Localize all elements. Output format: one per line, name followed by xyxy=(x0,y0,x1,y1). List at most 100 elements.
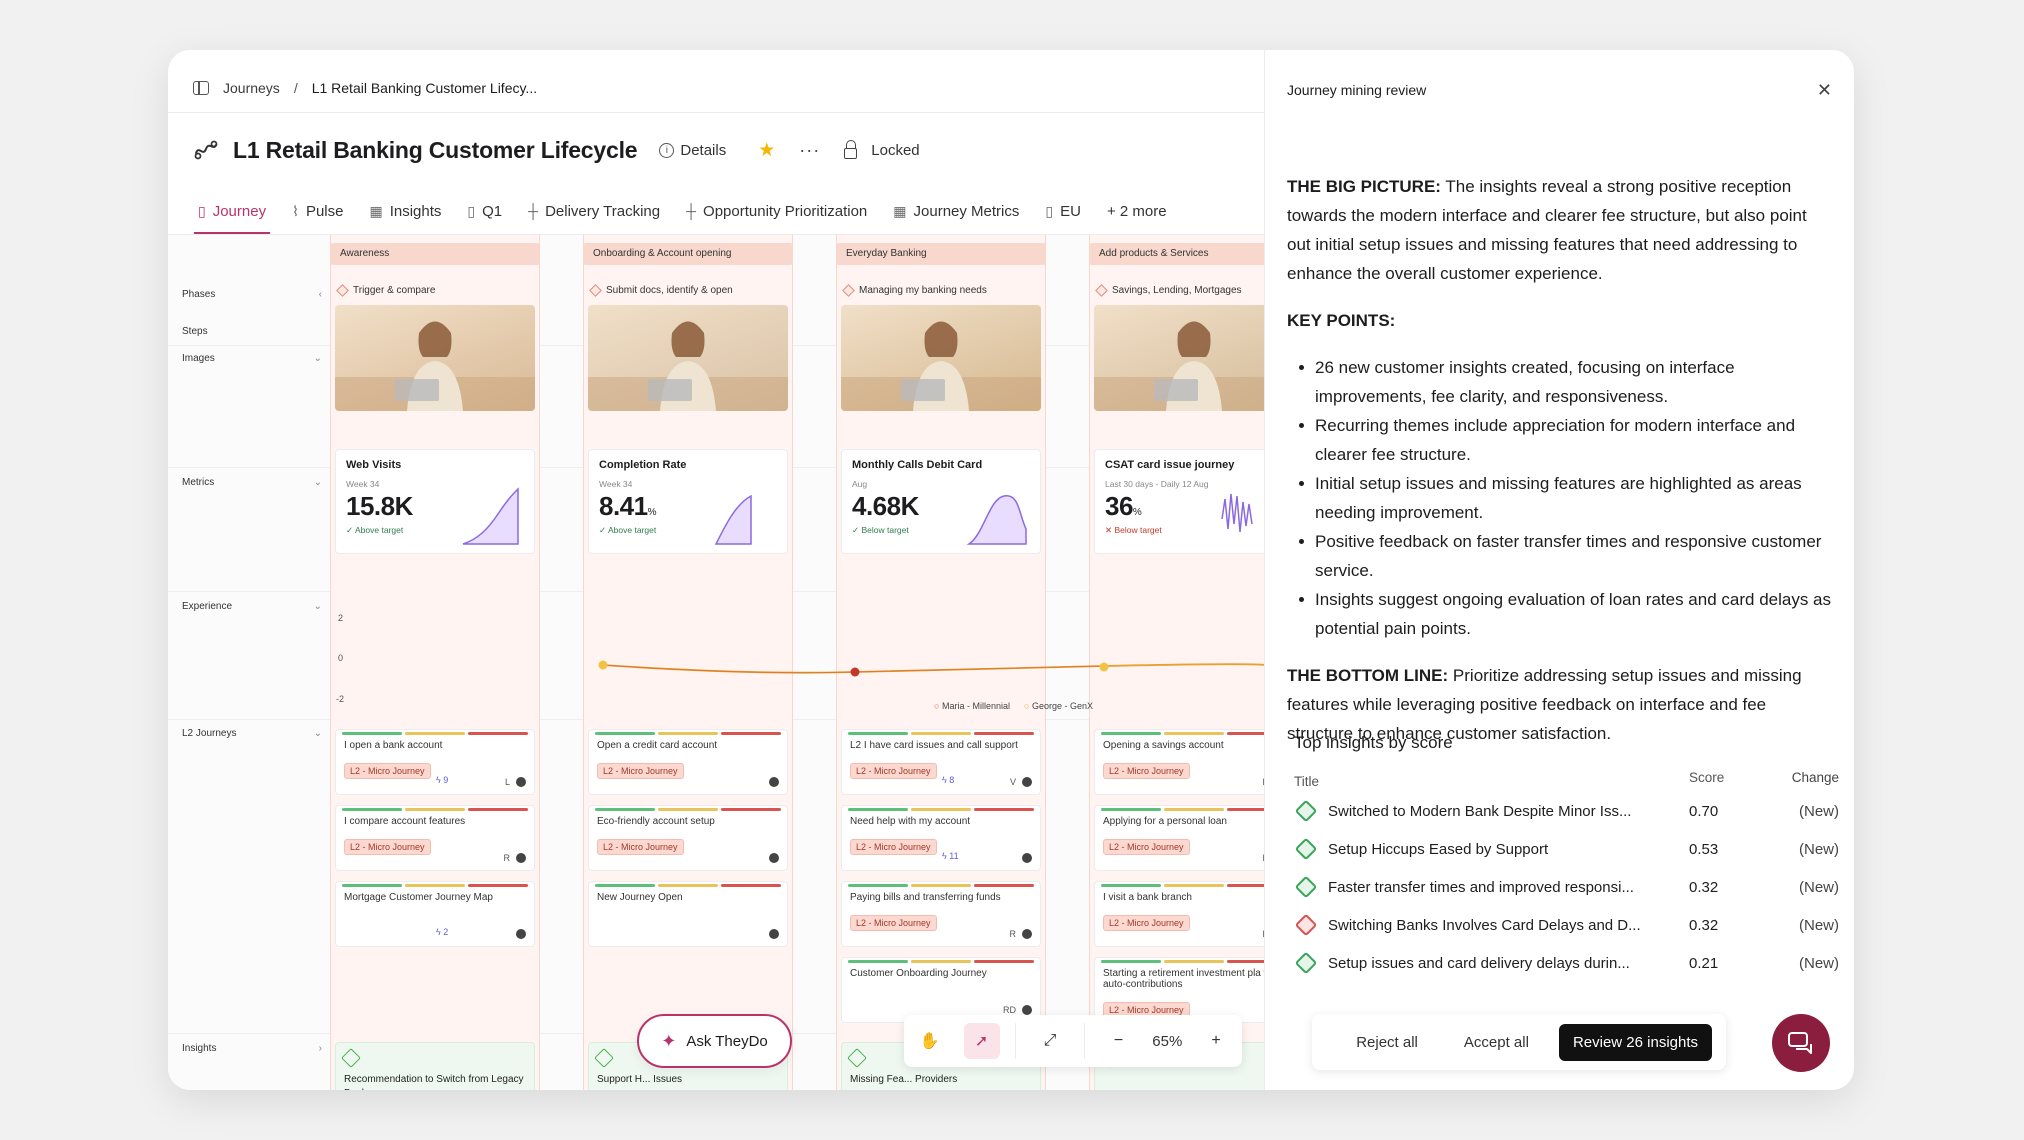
chevron-down-icon[interactable]: ⌄ xyxy=(314,477,322,488)
phase-header[interactable]: Add products & Services xyxy=(1089,243,1264,265)
l2-journey-card[interactable]: New Journey Open xyxy=(588,881,788,947)
details-button[interactable]: i Details xyxy=(659,142,726,159)
tab-insights[interactable]: ▦ Insights xyxy=(369,190,441,232)
l2-journey-card[interactable]: L2 I have card issues and call support L… xyxy=(841,729,1041,795)
tab-delivery-tracking[interactable]: ┼ Delivery Tracking xyxy=(528,190,660,232)
accept-all-button[interactable]: Accept all xyxy=(1448,1026,1545,1059)
positive-insight-icon xyxy=(1294,837,1318,861)
chevron-down-icon[interactable]: ⌄ xyxy=(314,353,322,364)
insight-row-title: Switched to Modern Bank Despite Minor Is… xyxy=(1328,802,1632,820)
l2-journey-title: I visit a bank branch xyxy=(1103,892,1192,903)
favorite-star-icon[interactable]: ★ xyxy=(758,139,775,162)
l2-journey-card[interactable]: Customer Onboarding Journey RD xyxy=(841,957,1041,1023)
chevron-left-icon[interactable]: ‹ xyxy=(319,289,322,300)
card-owners: R xyxy=(504,853,526,863)
zoom-in-icon[interactable]: + xyxy=(1198,1023,1234,1059)
tab-opportunity-prioritization[interactable]: ┼ Opportunity Prioritization xyxy=(686,190,867,232)
journey-image[interactable] xyxy=(588,305,788,411)
breadcrumb: Journeys / L1 Retail Banking Customer Li… xyxy=(193,68,537,108)
l2-journey-card[interactable]: Eco-friendly account setup L2 - Micro Jo… xyxy=(588,805,788,871)
l2-journey-card[interactable]: Need help with my account L2 - Micro Jou… xyxy=(841,805,1041,871)
journey-image[interactable] xyxy=(335,305,535,411)
close-icon[interactable]: ✕ xyxy=(1817,80,1832,101)
chevron-down-icon[interactable]: ⌄ xyxy=(314,601,322,612)
step-card[interactable]: Trigger & compare xyxy=(330,279,435,301)
micro-journey-tag: L2 - Micro Journey xyxy=(344,839,431,855)
l2-journey-card[interactable]: I compare account features L2 - Micro Jo… xyxy=(335,805,535,871)
insight-row[interactable]: Faster transfer times and improved respo… xyxy=(1294,868,1839,906)
card-owners xyxy=(1022,853,1032,863)
breadcrumb-current: L1 Retail Banking Customer Lifecy... xyxy=(311,80,538,96)
l2-journey-card[interactable]: Open a credit card account L2 - Micro Jo… xyxy=(588,729,788,795)
l2-journey-card[interactable]: Opening a savings account L2 - Micro Jou… xyxy=(1094,729,1264,795)
metric-title: Monthly Calls Debit Card xyxy=(852,459,983,471)
tab-pulse[interactable]: ⌇ Pulse xyxy=(292,190,343,232)
map-icon: ▯ xyxy=(467,202,476,219)
positive-insight-icon xyxy=(1294,875,1318,899)
step-card[interactable]: Managing my banking needs xyxy=(836,279,987,301)
phase-header[interactable]: Everyday Banking xyxy=(836,243,1046,265)
phase-header[interactable]: Awareness xyxy=(330,243,540,265)
more-options-icon[interactable]: ··· xyxy=(799,140,820,161)
phase-header[interactable]: Onboarding & Account opening xyxy=(583,243,793,265)
experience-point[interactable] xyxy=(598,660,608,670)
insight-row[interactable]: Setup Hiccups Eased by Support 0.53 (New… xyxy=(1294,830,1839,868)
positive-insight-icon xyxy=(1294,799,1318,823)
zoom-out-icon[interactable]: − xyxy=(1101,1023,1137,1059)
chevron-right-icon[interactable]: › xyxy=(319,1043,322,1054)
journey-image[interactable] xyxy=(841,305,1041,411)
experience-point[interactable] xyxy=(850,667,860,677)
l2-journey-card[interactable]: Mortgage Customer Journey Map ϟ 2 xyxy=(335,881,535,947)
journey-canvas[interactable]: Phases ‹ Steps Images ⌄ Metrics ⌄ Experienc… xyxy=(168,235,1264,1090)
zoom-level[interactable]: 65% xyxy=(1152,1033,1182,1050)
breadcrumb-root[interactable]: Journeys xyxy=(223,80,280,96)
hand-tool-icon[interactable]: ✋ xyxy=(912,1023,948,1059)
journey-image[interactable] xyxy=(1094,305,1264,411)
tab-journey[interactable]: ▯ Journey xyxy=(193,190,271,234)
metric-card[interactable]: CSAT card issue journey Last 30 days - D… xyxy=(1094,449,1264,554)
reject-all-button[interactable]: Reject all xyxy=(1340,1026,1434,1059)
sentiment-bar xyxy=(595,808,781,811)
insight-card[interactable]: Recommendation to Switch from Legacy Ban… xyxy=(335,1042,535,1090)
step-card[interactable]: Submit docs, identify & open xyxy=(583,279,733,301)
tab-eu[interactable]: ▯ EU xyxy=(1045,190,1081,232)
metric-card[interactable]: Monthly Calls Debit Card Aug 4.68K ✓ Bel… xyxy=(841,449,1041,554)
l2-journey-card[interactable]: I open a bank account L2 - Micro Journey… xyxy=(335,729,535,795)
avatar xyxy=(516,777,526,787)
pointer-tool-icon[interactable]: ➚ xyxy=(963,1023,1000,1059)
row-label-experience: Experience ⌄ xyxy=(182,601,322,612)
l2-journey-card[interactable]: I visit a bank branch L2 - Micro Journey… xyxy=(1094,881,1264,947)
lock-icon xyxy=(844,140,858,159)
chat-button[interactable] xyxy=(1772,1014,1830,1072)
review-insights-button[interactable]: Review 26 insights xyxy=(1558,1023,1712,1061)
tab-label: Journey xyxy=(212,202,267,220)
card-owners: V xyxy=(1010,777,1032,787)
tab-q1[interactable]: ▯ Q1 xyxy=(467,190,502,232)
tab-label: Q1 xyxy=(482,202,503,220)
chevron-down-icon[interactable]: ⌄ xyxy=(314,728,322,739)
l2-journey-card[interactable]: Paying bills and transferring funds L2 -… xyxy=(841,881,1041,947)
key-point: Recurring themes include appreciation fo… xyxy=(1299,411,1832,469)
row-label-l2-journeys: L2 Journeys ⌄ xyxy=(182,728,322,739)
l2-journey-card[interactable]: Applying for a personal loan L2 - Micro … xyxy=(1094,805,1264,871)
metric-title: CSAT card issue journey xyxy=(1105,459,1235,471)
locked-button[interactable]: Locked xyxy=(844,140,920,159)
sentiment-bar xyxy=(342,808,528,811)
tab-more[interactable]: + 2 more xyxy=(1107,190,1167,232)
ask-theydo-button[interactable]: ✦ Ask TheyDo xyxy=(637,1014,792,1068)
micro-journey-tag: L2 - Micro Journey xyxy=(850,763,937,779)
experience-point[interactable] xyxy=(1099,662,1109,672)
metric-card[interactable]: Completion Rate Week 34 8.41% ✓ Above ta… xyxy=(588,449,788,554)
fit-screen-icon[interactable]: ⤢ xyxy=(1032,1023,1068,1059)
step-card[interactable]: Savings, Lending, Mortgages xyxy=(1089,279,1242,301)
l2-journey-card[interactable]: Starting a retirement investment pla wit… xyxy=(1094,957,1264,1023)
metric-card[interactable]: Web Visits Week 34 15.8K ✓ Above target xyxy=(335,449,535,554)
tab-journey-metrics[interactable]: ▦ Journey Metrics xyxy=(893,190,1019,232)
panel-header: Journey mining review ✕ xyxy=(1287,70,1832,110)
sidebar-toggle-icon[interactable] xyxy=(193,81,209,95)
row-label-insights: Insights › xyxy=(182,1043,322,1054)
insight-row[interactable]: Switching Banks Involves Card Delays and… xyxy=(1294,906,1839,944)
insight-row[interactable]: Setup issues and card delivery delays du… xyxy=(1294,944,1839,982)
divider xyxy=(1083,1023,1085,1059)
insight-row[interactable]: Switched to Modern Bank Despite Minor Is… xyxy=(1294,792,1839,830)
